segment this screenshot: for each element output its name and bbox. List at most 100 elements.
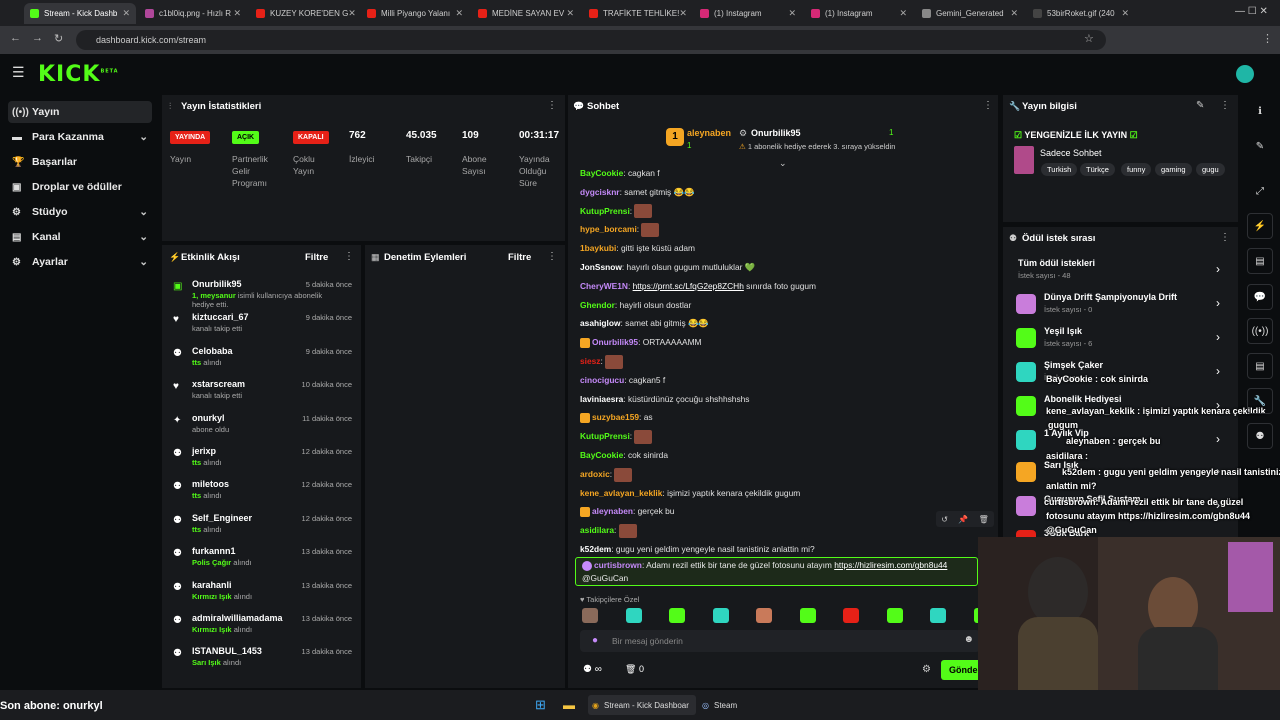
activity-user[interactable]: miletoos	[192, 479, 229, 489]
chevron-right-icon[interactable]: ›	[1216, 262, 1220, 276]
chat-message[interactable]: kene_avlayan_keklik: işimizi yaptık kena…	[580, 486, 800, 500]
tab-close-icon[interactable]: ✕	[122, 8, 130, 19]
activity-item[interactable]: ⚉ miletoos 12 dakika önce tts alındı	[170, 479, 360, 512]
info-icon[interactable]: ℹ	[1247, 98, 1273, 124]
chat-menu-icon[interactable]: ⋮	[983, 100, 993, 111]
chat-username[interactable]: cinocigucu	[580, 375, 624, 385]
category-name[interactable]: Sadece Sohbet	[1040, 148, 1102, 158]
chat-settings-icon[interactable]: ⚙	[922, 664, 931, 675]
chat-username[interactable]: Ghendor	[580, 300, 615, 310]
queue-icon[interactable]: ▤	[1247, 248, 1273, 274]
chat-message[interactable]: asahiglow: samet abi gitmiş 😂😂	[580, 316, 709, 330]
chat-username[interactable]: asidilara	[580, 525, 614, 535]
tab-close-icon[interactable]: ✕	[788, 8, 796, 19]
activity-item[interactable]: ✦ onurkyl 11 dakika önce abone oldu	[170, 413, 360, 446]
highlight-user[interactable]: curtisbrown	[594, 560, 642, 570]
collapse-chevron-icon[interactable]: ⌄	[779, 158, 787, 169]
activity-user[interactable]: furkannn1	[192, 546, 236, 556]
browser-tab[interactable]: Stream - Kick Dashb ✕	[24, 3, 136, 24]
chat-message[interactable]: BayCookie: cok sinirda	[580, 448, 668, 462]
chat-message[interactable]: cinocigucu: cagkan5 f	[580, 373, 665, 387]
chevron-right-icon[interactable]: ›	[1216, 432, 1220, 446]
bookmark-star-icon[interactable]: ☆	[1084, 32, 1094, 45]
chat-username[interactable]: 1baykubi	[580, 243, 616, 253]
reload-icon[interactable]: ↻	[54, 32, 63, 45]
reward-item[interactable]: Yeşil Işık İstek sayısı - 6 ›	[1016, 324, 1230, 354]
list-icon[interactable]: ▤	[1247, 353, 1273, 379]
edit-icon[interactable]: ✎	[1196, 100, 1204, 111]
chat-username[interactable]: laviniaesra	[580, 394, 623, 404]
tag-chip[interactable]: gaming	[1155, 163, 1192, 176]
send-button[interactable]: Gönder	[941, 660, 981, 680]
windows-start-icon[interactable]: ⊞	[535, 695, 551, 715]
emote-icon[interactable]	[625, 608, 642, 623]
sidebar-item[interactable]: ▣ Droplar ve ödüller	[8, 176, 152, 198]
activity-item[interactable]: ⚉ furkannn1 13 dakika önce Polis Çağır alın…	[170, 546, 360, 579]
tab-close-icon[interactable]: ✕	[1010, 8, 1018, 19]
activity-item[interactable]: ⚉ ISTANBUL_1453 13 dakika önce Sarı Işık al…	[170, 646, 360, 679]
reward-icon[interactable]: ⚉	[1247, 423, 1273, 449]
rewards-menu-icon[interactable]: ⋮	[1220, 232, 1230, 243]
activity-menu-icon[interactable]: ⋮	[344, 251, 354, 262]
chat-message[interactable]: KutupPrensi:	[580, 204, 653, 219]
chevron-down-icon[interactable]: ⌄	[139, 206, 148, 218]
chevron-right-icon[interactable]: ›	[1216, 364, 1220, 378]
browser-tab[interactable]: Gemini_Generated ✕	[916, 3, 1024, 24]
hamburger-menu-icon[interactable]: ☰	[12, 64, 25, 81]
tag-chip[interactable]: Turkish	[1041, 163, 1078, 176]
chat-message[interactable]: asidilara:	[580, 523, 637, 538]
sidebar-item[interactable]: ⚙ Stüdyo ⌄	[8, 201, 152, 223]
chat-username[interactable]: kene_avlayan_keklik	[580, 488, 662, 498]
activity-item[interactable]: ⚉ admiralwilliamadama 13 dakika önce Kırmız…	[170, 613, 360, 646]
chat-message[interactable]: JonSsnow: hayırlı olsun gugum mutlulukla…	[580, 260, 755, 274]
tab-close-icon[interactable]: ✕	[899, 8, 907, 19]
chevron-right-icon[interactable]: ›	[1216, 330, 1220, 344]
chat-message[interactable]: aleynaben: gerçek bu	[580, 504, 674, 518]
chevron-down-icon[interactable]: ⌄	[139, 256, 148, 268]
chat-username[interactable]: BayCookie	[580, 168, 623, 178]
chat-input[interactable]: ● Bir mesaj gönderin ☻	[580, 630, 980, 652]
window-controls[interactable]: — ☐ ✕	[1235, 6, 1268, 17]
taskbar-steam[interactable]: ◎ Steam	[702, 695, 752, 715]
emoji-icon[interactable]: ☻	[963, 634, 974, 645]
activity-item[interactable]: ♥ kiztuccari_67 9 dakika önce kanalı takip …	[170, 312, 360, 345]
forward-icon[interactable]: →	[32, 32, 43, 44]
emote-icon[interactable]	[756, 608, 772, 623]
emote-icon[interactable]	[843, 608, 859, 623]
activity-user[interactable]: Onurbilik95	[192, 279, 242, 289]
tab-close-icon[interactable]: ✕	[348, 8, 356, 19]
expand-icon[interactable]: ⤢	[1247, 178, 1273, 204]
chat-username[interactable]: k52dem	[580, 544, 611, 554]
tab-close-icon[interactable]: ✕	[566, 8, 574, 19]
activity-item[interactable]: ⚉ Celobaba 9 dakika önce tts alındı	[170, 346, 360, 379]
activity-user[interactable]: ISTANBUL_1453	[192, 646, 262, 656]
mic-icon[interactable]: ●	[592, 635, 598, 646]
emote-icon[interactable]	[799, 608, 816, 623]
browser-tab[interactable]: TRAFİKTE TEHLİKE! ✕	[583, 3, 691, 24]
browser-tab[interactable]: (1) Instagram ✕	[694, 3, 802, 24]
browser-tab[interactable]: MEDİNE SAYAN EV ✕	[472, 3, 580, 24]
pinned-user-1[interactable]: aleynaben	[687, 128, 731, 138]
activity-user[interactable]: onurkyl	[192, 413, 225, 423]
moderation-menu-icon[interactable]: ⋮	[547, 251, 557, 262]
chat-username[interactable]: JonSsnow	[580, 262, 622, 272]
sidebar-item[interactable]: ▬ Para Kazanma ⌄	[8, 126, 152, 148]
chevron-down-icon[interactable]: ⌄	[139, 131, 148, 143]
tab-close-icon[interactable]: ✕	[233, 8, 241, 19]
reward-item[interactable]: Tüm ödül istekleri İstek sayısı - 48 ›	[1016, 256, 1230, 286]
chevron-right-icon[interactable]: ›	[1216, 296, 1220, 310]
emote-icon[interactable]	[669, 608, 685, 623]
activity-item[interactable]: ⚉ karahanli 13 dakika önce Kırmızı Işık alı…	[170, 580, 360, 613]
moderation-filter-button[interactable]: Filtre	[508, 252, 531, 263]
pin-icon[interactable]: 📌	[958, 515, 968, 524]
browser-tab[interactable]: Milli Piyango Yalanı ✕	[361, 3, 469, 24]
activity-user[interactable]: xstarscream	[192, 379, 245, 389]
chat-message[interactable]: Onurbilik95: ORTAAAAAMM	[580, 335, 702, 349]
tag-chip[interactable]: gugu	[1196, 163, 1225, 176]
chat-message[interactable]: laviniaesra: küstürdünüz çocuğu shshhshs…	[580, 392, 749, 406]
activity-user[interactable]: jerixp	[192, 446, 216, 456]
activity-user[interactable]: kiztuccari_67	[192, 312, 249, 322]
points-icon[interactable]: ⚉ ∞	[583, 664, 602, 675]
taskbar-chrome[interactable]: ◉ Stream - Kick Dashboar	[588, 695, 696, 715]
tab-close-icon[interactable]: ✕	[1121, 8, 1129, 19]
